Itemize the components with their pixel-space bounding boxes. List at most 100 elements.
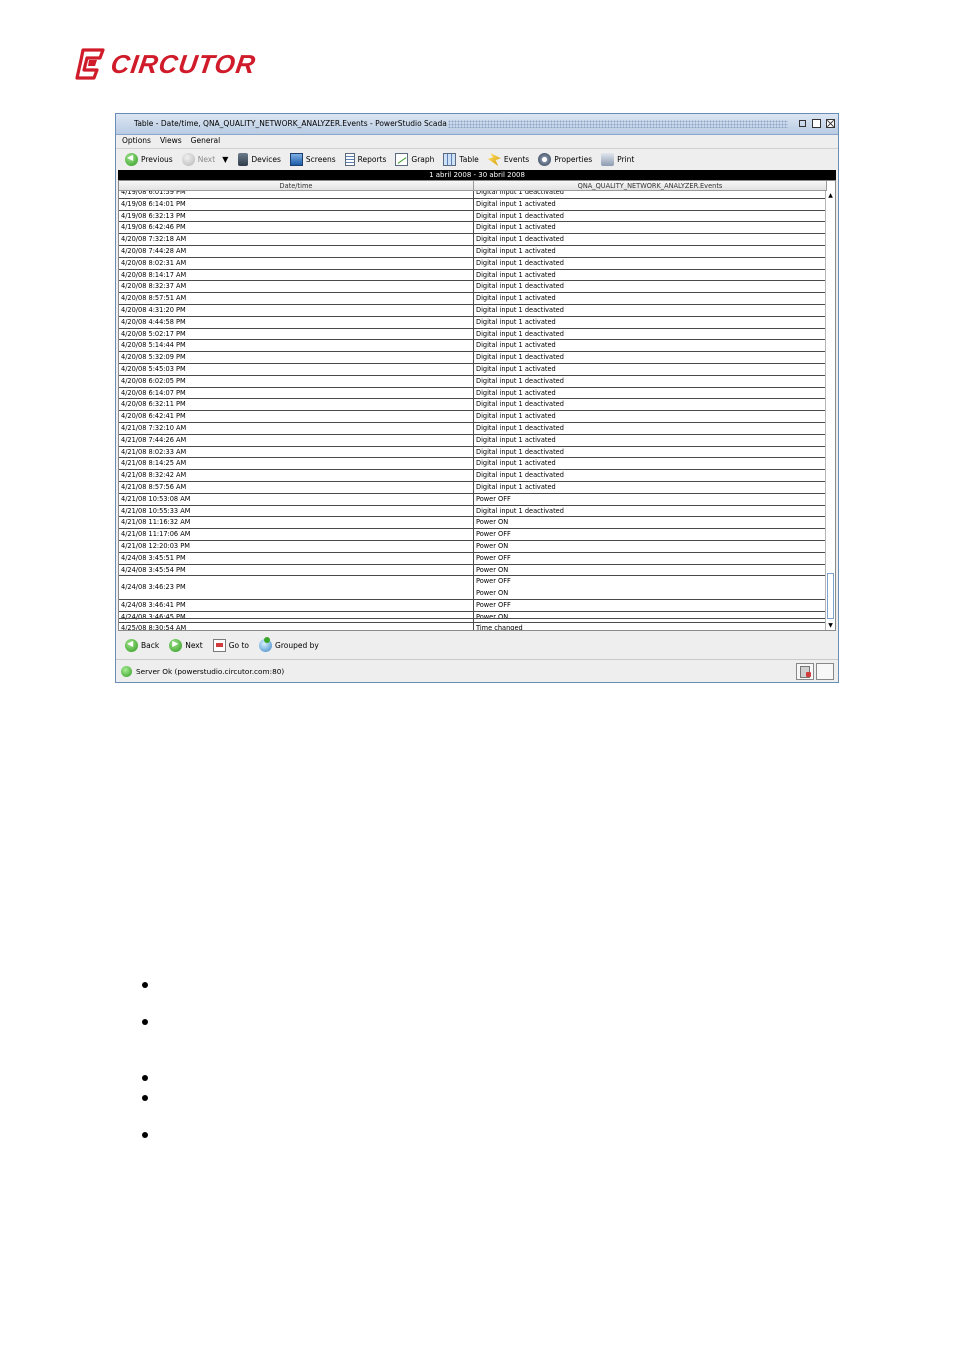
event-text: Power OFF	[476, 494, 511, 503]
previous-label: Previous	[141, 155, 173, 164]
table-row[interactable]: 4/21/08 8:32:42 AM Digital input 1 deacti…	[119, 470, 827, 482]
datetime-cell: 4/20/08 8:02:31 AM	[119, 257, 474, 269]
next-nav-label: Next	[185, 640, 203, 650]
event-text: Digital input 1 activated	[476, 199, 556, 208]
screens-button[interactable]: Screens	[289, 153, 336, 166]
datetime-cell: 4/20/08 4:31:20 PM	[119, 304, 474, 316]
scroll-up-icon[interactable]: ▲	[826, 191, 835, 200]
table-row[interactable]: 4/20/08 8:02:31 AM Digital input 1 deacti…	[119, 257, 827, 270]
table-label: Table	[459, 155, 479, 164]
datetime-cell: 4/21/08 8:57:56 AM	[119, 481, 474, 493]
table-row[interactable]: 4/21/08 8:14:25 AM Digital input 1 activa…	[119, 458, 827, 471]
grouped-by-button[interactable]: Grouped by	[259, 636, 319, 652]
table-row[interactable]: 4/21/08 8:57:56 AM Digital input 1 activa…	[119, 481, 827, 494]
datetime-cell: 4/21/08 8:14:25 AM	[119, 458, 474, 470]
event-cell: Digital input 1 activated	[474, 317, 827, 328]
reports-button[interactable]: Reports	[344, 153, 386, 166]
next-button[interactable]: Next	[169, 638, 203, 652]
vertical-scrollbar[interactable]: ▲ ▼	[825, 191, 835, 630]
table-row[interactable]: 4/21/08 7:32:10 AM Digital input 1 deacti…	[119, 422, 827, 435]
table-row[interactable]: 4/20/08 8:57:51 AM Digital input 1 activa…	[119, 293, 827, 305]
event-text: Digital input 1 activated	[476, 364, 556, 373]
table-row[interactable]: 4/20/08 6:32:11 PM Digital input 1 deacti…	[119, 399, 827, 412]
table-row[interactable]: 4/21/08 7:44:26 AM Digital input 1 activa…	[119, 434, 827, 447]
table-row[interactable]: 4/20/08 5:32:09 PM Digital input 1 deacti…	[119, 352, 827, 364]
table-row[interactable]: 4/24/08 3:45:51 PM Power OFF	[119, 552, 827, 565]
event-cell: Digital input 1 activated	[474, 411, 827, 422]
table-row[interactable]: 4/20/08 7:44:28 AM Digital input 1 activa…	[119, 245, 827, 258]
status-ok-icon	[121, 665, 132, 677]
goto-button[interactable]: Go to	[212, 638, 249, 652]
table-row[interactable]: 4/21/08 8:02:33 AM Digital input 1 deacti…	[119, 446, 827, 459]
maximize-icon[interactable]	[812, 119, 821, 128]
datetime-cell: 4/21/08 12:20:03 PM	[119, 540, 474, 552]
event-cell: Digital input 1 activated	[474, 340, 827, 351]
properties-label: Properties	[554, 155, 593, 164]
window-titlebar[interactable]: Table - Date/time, QNA_QUALITY_NETWORK_A…	[116, 114, 838, 135]
table-row[interactable]: 4/20/08 5:14:44 PM Digital input 1 activa…	[119, 340, 827, 353]
alarm-icon[interactable]	[796, 663, 814, 680]
event-cell: Digital input 1 deactivated	[474, 211, 827, 222]
properties-button[interactable]: Properties	[538, 153, 592, 166]
column-header-events[interactable]: QNA_QUALITY_NETWORK_ANALYZER.Events	[474, 181, 827, 191]
chevron-down-icon[interactable]: ▼	[222, 155, 228, 164]
table-row[interactable]: 4/19/08 6:14:01 PM Digital input 1 activa…	[119, 198, 827, 211]
scroll-down-icon[interactable]: ▼	[826, 621, 835, 630]
table-row[interactable]: 4/19/08 6:32:13 PM Digital input 1 deacti…	[119, 210, 827, 223]
table-row[interactable]: 4/20/08 8:32:37 AM Digital input 1 deacti…	[119, 281, 827, 294]
table-icon	[443, 153, 457, 166]
table-row[interactable]: 4/20/08 4:31:20 PM Digital input 1 deacti…	[119, 304, 827, 317]
devices-button[interactable]: Devices	[238, 153, 281, 166]
events-button[interactable]: Events	[487, 153, 529, 166]
table-row[interactable]: 4/19/08 6:42:46 PM Digital input 1 activa…	[119, 222, 827, 235]
datetime-cell: 4/21/08 11:16:32 AM	[119, 517, 474, 529]
scrollbar-thumb[interactable]	[827, 573, 834, 619]
close-icon[interactable]	[826, 119, 835, 128]
table-row[interactable]: 4/20/08 8:14:17 AM Digital input 1 activa…	[119, 269, 827, 282]
table-button[interactable]: Table	[443, 153, 479, 166]
table-row[interactable]: 4/21/08 11:17:06 AM Power OFF	[119, 529, 827, 541]
previous-button[interactable]: Previous	[125, 153, 173, 166]
datetime-cell: 4/20/08 8:14:17 AM	[119, 269, 474, 281]
table-row[interactable]: 4/21/08 10:55:33 AM Digital input 1 deact…	[119, 505, 827, 518]
event-cell: Digital input 1 deactivated	[474, 447, 827, 458]
device-icon	[238, 153, 249, 166]
table-row[interactable]: 4/20/08 4:44:58 PM Digital input 1 activa…	[119, 316, 827, 329]
event-cell: Digital input 1 deactivated	[474, 329, 827, 340]
circutor-logo: CIRCUTOR	[75, 46, 258, 82]
table-row[interactable]: 4/21/08 12:20:03 PM Power ON	[119, 540, 827, 553]
table-row[interactable]: 4/20/08 6:02:05 PM Digital input 1 deacti…	[119, 375, 827, 388]
event-text: Digital input 1 deactivated	[476, 329, 564, 338]
screens-label: Screens	[305, 155, 336, 164]
datetime-cell: 4/20/08 7:32:18 AM	[119, 234, 474, 245]
table-row[interactable]: 4/24/08 3:46:23 PM Power OFF Power ON	[119, 576, 827, 600]
datetime-cell: 4/20/08 6:32:11 PM	[119, 399, 474, 411]
datetime-cell: 4/24/08 3:45:54 PM	[119, 564, 474, 576]
graph-button[interactable]: Graph	[395, 153, 434, 166]
table-row[interactable]: 4/20/08 6:14:07 PM Digital input 1 activa…	[119, 387, 827, 400]
event-text: Digital input 1 activated	[476, 341, 556, 350]
table-row[interactable]: 4/20/08 5:45:03 PM Digital input 1 activa…	[119, 363, 827, 376]
menu-views[interactable]: Views	[160, 134, 182, 148]
table-row[interactable]: 4/20/08 6:42:41 PM Digital input 1 activa…	[119, 411, 827, 423]
table-row[interactable]: 4/20/08 5:02:17 PM Digital input 1 deacti…	[119, 328, 827, 341]
table-row[interactable]: 4/24/08 3:45:54 PM Power ON	[119, 564, 827, 577]
arrow-left-icon	[125, 638, 138, 652]
print-button[interactable]: Print	[601, 153, 634, 166]
menu-general[interactable]: General	[191, 134, 221, 148]
event-cell: Digital input 1 activated	[474, 364, 827, 375]
table-row[interactable]: 4/20/08 7:32:18 AM Digital input 1 deacti…	[119, 234, 827, 246]
table-row[interactable]: 4/25/08 8:30:54 AM Time changed	[119, 623, 827, 630]
next-button-disabled[interactable]: Next	[181, 153, 215, 166]
datetime-cell: 4/20/08 5:02:17 PM	[119, 328, 474, 340]
column-header-datetime[interactable]: Date/time	[119, 181, 474, 191]
back-button[interactable]: Back	[125, 638, 159, 652]
table-row[interactable]: 4/21/08 10:53:08 AM Power OFF	[119, 493, 827, 506]
event-text: Digital input 1 activated	[476, 270, 556, 279]
event-text: Digital input 1 activated	[476, 482, 556, 491]
menu-options[interactable]: Options	[122, 134, 151, 148]
table-row[interactable]: 4/24/08 3:46:41 PM Power OFF	[119, 599, 827, 612]
event-text: Power ON	[476, 541, 509, 550]
minimize-icon[interactable]	[798, 119, 807, 128]
table-row[interactable]: 4/21/08 11:16:32 AM Power ON	[119, 517, 827, 530]
